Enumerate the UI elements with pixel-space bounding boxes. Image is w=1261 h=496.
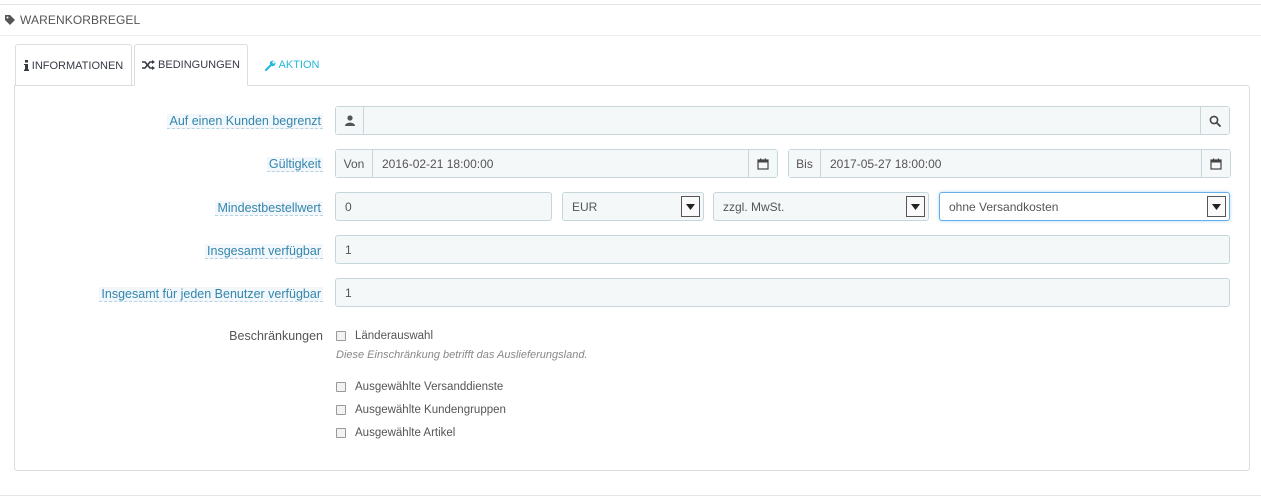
tab-label: BEDINGUNGEN: [158, 59, 240, 71]
country-restriction[interactable]: Länderauswahl: [336, 328, 433, 344]
panel-title: WARENKORBREGEL: [20, 13, 141, 27]
to-prefix: Bis: [789, 150, 821, 177]
tax-select[interactable]: zzgl. MwSt.: [713, 192, 929, 221]
group-label: Ausgewählte Kundengruppen: [355, 404, 506, 416]
carrier-restriction[interactable]: Ausgewählte Versanddienste: [336, 379, 503, 395]
tab-informationen[interactable]: INFORMATIONEN: [15, 44, 132, 86]
tab-label: INFORMATIONEN: [31, 59, 124, 72]
shipping-select[interactable]: ohne Versandkosten: [939, 192, 1230, 221]
from-prefix: Von: [336, 150, 373, 177]
validity-label: Gültigkeit: [266, 157, 323, 172]
valid-to-input[interactable]: 2017-05-27 18:00:00: [821, 157, 1201, 171]
product-restriction[interactable]: Ausgewählte Artikel: [336, 425, 455, 441]
per-user-value: 1: [345, 285, 352, 300]
chevron-down-icon: [681, 196, 700, 217]
per-user-label: Insgesamt für jeden Benutzer verfügbar: [99, 287, 323, 302]
restrictions-label: Beschränkungen: [229, 329, 323, 343]
chevron-down-icon: [1207, 196, 1226, 217]
tag-icon: [5, 15, 15, 25]
group-checkbox[interactable]: [336, 405, 346, 415]
valid-from-input[interactable]: 2016-02-21 18:00:00: [373, 157, 748, 171]
product-label: Ausgewählte Artikel: [355, 427, 456, 439]
minimum-label: Mindestbestellwert: [215, 201, 323, 216]
chevron-down-icon: [906, 196, 925, 217]
user-icon: [336, 107, 364, 134]
info-icon: [23, 60, 29, 71]
valid-to-group: Bis 2017-05-27 18:00:00: [788, 149, 1231, 178]
total-available-value: 1: [345, 242, 352, 257]
calendar-icon[interactable]: [748, 150, 777, 177]
minimum-amount-input[interactable]: 0: [335, 192, 552, 221]
shipping-value: ohne Versandkosten: [949, 199, 1059, 214]
wrench-icon: [264, 60, 275, 71]
customer-label: Auf einen Kunden begrenzt: [167, 114, 323, 129]
product-checkbox[interactable]: [336, 428, 346, 438]
country-label: Länderauswahl: [355, 330, 434, 342]
per-user-input[interactable]: 1: [335, 278, 1230, 307]
carrier-label: Ausgewählte Versanddienste: [355, 381, 504, 393]
tax-value: zzgl. MwSt.: [723, 199, 785, 214]
minimum-amount-value: 0: [345, 199, 352, 214]
customer-input-group: [335, 106, 1230, 135]
total-available-input[interactable]: 1: [335, 235, 1230, 264]
calendar-icon[interactable]: [1201, 150, 1230, 177]
tab-bedingungen[interactable]: BEDINGUNGEN: [134, 44, 248, 86]
total-available-label: Insgesamt verfügbar: [205, 244, 323, 259]
currency-select[interactable]: EUR: [562, 192, 704, 221]
group-restriction[interactable]: Ausgewählte Kundengruppen: [336, 402, 506, 418]
panel-heading: WARENKORBREGEL: [0, 5, 1261, 36]
tab-label: AKTION: [278, 59, 320, 71]
country-help-text: Diese Einschränkung betrifft das Auslief…: [336, 349, 588, 361]
search-icon[interactable]: [1200, 107, 1229, 134]
valid-from-group: Von 2016-02-21 18:00:00: [335, 149, 778, 178]
carrier-checkbox[interactable]: [336, 382, 346, 392]
shuffle-icon: [142, 60, 156, 70]
country-checkbox[interactable]: [336, 331, 346, 341]
tab-aktion[interactable]: AKTION: [252, 44, 332, 86]
